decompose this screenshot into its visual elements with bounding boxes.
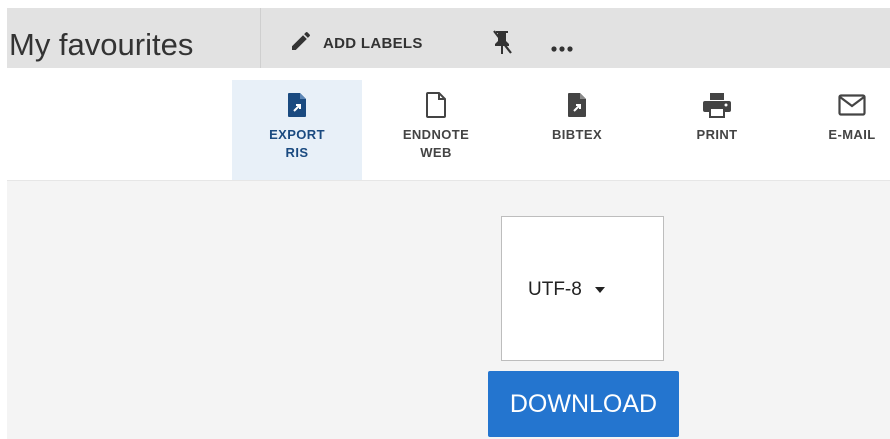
encoding-box: UTF-8: [501, 216, 664, 361]
email-label: E-MAIL: [828, 127, 876, 142]
envelope-icon: [838, 92, 866, 118]
unpin-icon: [490, 28, 514, 61]
printer-icon: [702, 92, 732, 118]
export-ris-button[interactable]: EXPORT RIS: [232, 80, 362, 180]
export-ris-label: EXPORT RIS: [269, 127, 325, 160]
bibtex-label: BIBTEX: [551, 127, 603, 142]
export-panel: UTF-8 DOWNLOAD: [7, 180, 890, 439]
page-title: My favourites: [9, 27, 194, 62]
more-options-button[interactable]: [545, 34, 579, 64]
endnote-web-label: ENDNOTE WEB: [402, 127, 470, 160]
file-export-icon: [287, 92, 307, 118]
title-divider: [260, 8, 261, 68]
unpin-button[interactable]: [487, 29, 517, 59]
title-bar: My favourites ADD LABELS: [7, 8, 890, 68]
encoding-select[interactable]: UTF-8: [528, 279, 606, 301]
more-dots-icon: [550, 40, 574, 58]
add-labels-label: ADD LABELS: [323, 34, 423, 52]
download-button[interactable]: DOWNLOAD: [488, 371, 679, 437]
add-labels-button[interactable]: ADD LABELS: [289, 28, 423, 58]
file-outline-icon: [426, 92, 446, 118]
bibtex-button[interactable]: BIBTEX: [512, 80, 642, 180]
endnote-web-button[interactable]: ENDNOTE WEB: [371, 80, 501, 180]
print-label: PRINT: [696, 127, 738, 142]
email-button[interactable]: E-MAIL: [787, 80, 890, 180]
file-export-icon: [567, 92, 587, 118]
export-toolbar: EXPORT RIS ENDNOTE WEB BIBTEX PRINT E-MA…: [7, 68, 890, 180]
pencil-icon: [289, 29, 313, 58]
encoding-value: UTF-8: [528, 279, 582, 300]
print-button[interactable]: PRINT: [652, 80, 782, 180]
caret-down-icon: [594, 281, 606, 299]
